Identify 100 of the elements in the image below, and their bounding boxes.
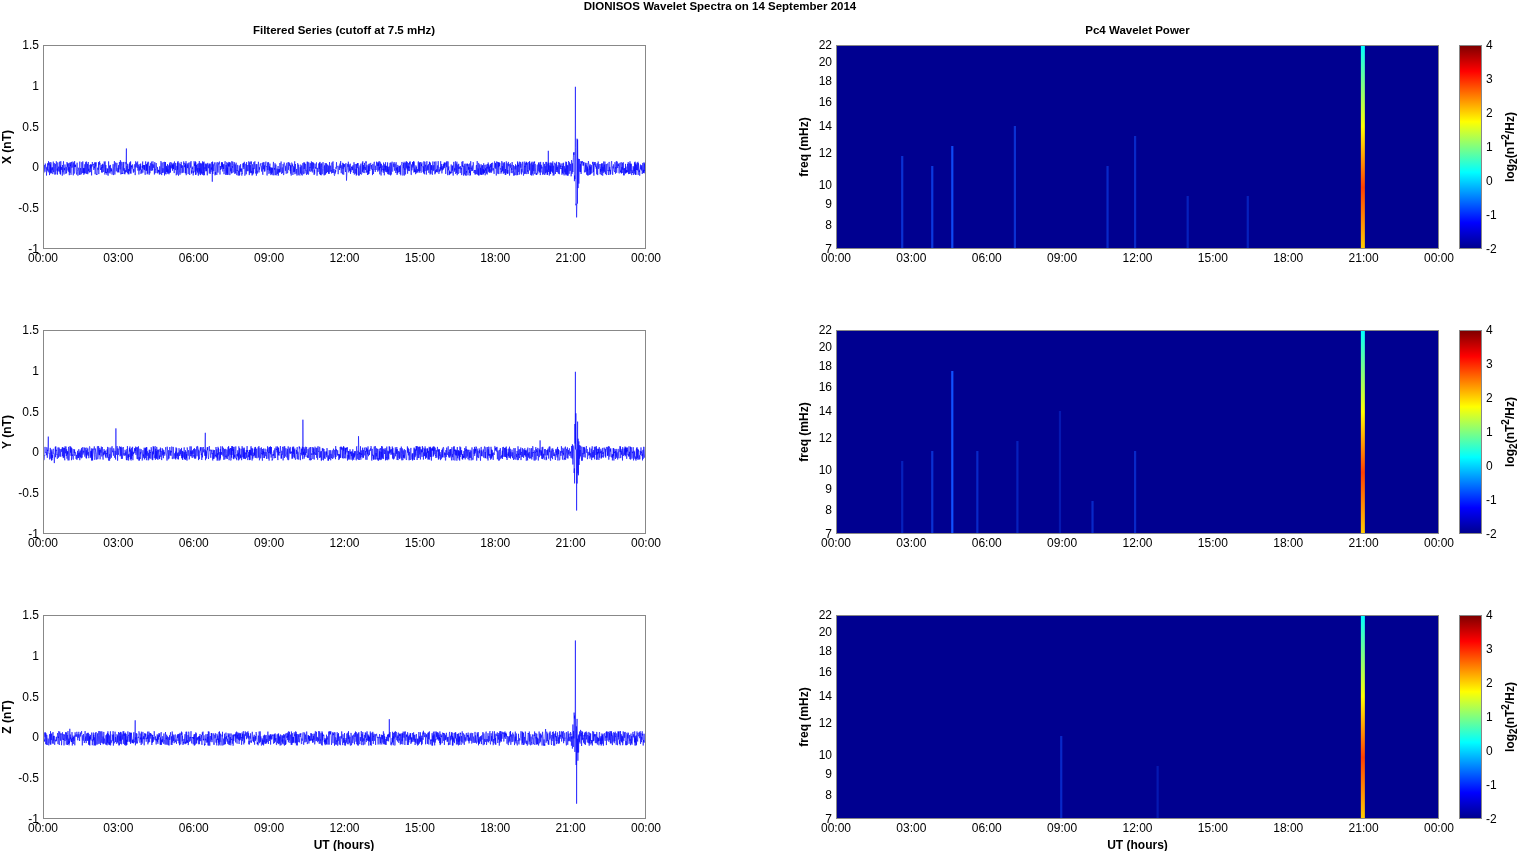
x-tick-label: 18:00 — [1273, 822, 1304, 834]
colorbar-tick-label: -2 — [1486, 528, 1497, 540]
colorbar-tick-label: -1 — [1486, 494, 1497, 506]
y-tick-label: 22 — [818, 609, 832, 621]
x-tick-label: 12:00 — [1122, 822, 1153, 834]
y-tick-label: 0 — [32, 161, 39, 174]
axis-label: freq (mHz) — [798, 117, 810, 177]
colorbar-tick-label: -2 — [1486, 813, 1497, 825]
x-tick-label: 12:00 — [1122, 537, 1153, 549]
y-tick-label: 9 — [825, 198, 832, 211]
colorbar-tick-label: 1 — [1486, 141, 1493, 153]
x-tick-label: 15:00 — [1197, 822, 1228, 834]
y-tick-label: 0.5 — [22, 405, 39, 418]
x-tick-label: 21:00 — [555, 537, 586, 549]
colorbar-tick-label: 4 — [1486, 609, 1493, 621]
y-tick-label: 18 — [818, 74, 832, 87]
y-tick-label: 12 — [818, 716, 832, 729]
y-tick-label: 1 — [32, 649, 39, 662]
y-tick-label: 10 — [818, 749, 832, 762]
x-tick-label: 15:00 — [1197, 252, 1228, 264]
y-tick-label: 20 — [818, 55, 832, 68]
y-tick-label: 1.5 — [22, 324, 39, 336]
y-tick-label: 0.5 — [22, 120, 39, 133]
colorbar-tick-label: 3 — [1486, 73, 1493, 85]
x-tick-label: 00:00 — [1424, 537, 1454, 549]
colorbar-tick-label: 3 — [1486, 643, 1493, 655]
x-tick-label: 12:00 — [329, 537, 360, 549]
x-tick-label: 12:00 — [329, 252, 360, 264]
x-tick-label: 18:00 — [1273, 537, 1304, 549]
plot-title: Filtered Series (cutoff at 7.5 mHz) — [252, 23, 436, 37]
colorbar-tick-label: 4 — [1486, 39, 1493, 51]
colorbar-tick-label: 1 — [1486, 426, 1493, 438]
x-tick-label: 00:00 — [1424, 822, 1454, 834]
x-tick-label: 00:00 — [28, 252, 58, 264]
x-tick-label: 00:00 — [28, 537, 58, 549]
colorbar-tick-label: 1 — [1486, 711, 1493, 723]
x-tick-label: 21:00 — [1348, 252, 1379, 264]
y-tick-label: 0.5 — [22, 690, 39, 703]
y-tick-label: 12 — [818, 146, 832, 159]
y-tick-label: 1.5 — [22, 39, 39, 51]
x-tick-label: 03:00 — [103, 822, 134, 834]
y-tick-label: 14 — [818, 689, 832, 702]
colorbar-tick-label: -1 — [1486, 209, 1497, 221]
y-tick-label: 1 — [32, 79, 39, 92]
x-tick-label: 00:00 — [631, 252, 661, 264]
x-tick-label: 06:00 — [178, 252, 209, 264]
colorbar-tick-label: 0 — [1486, 460, 1493, 472]
x-tick-label: 18:00 — [480, 537, 511, 549]
colorbar-tick-label: 4 — [1486, 324, 1493, 336]
y-tick-label: 9 — [825, 483, 832, 496]
y-tick-label: 8 — [825, 789, 832, 802]
plot-title: Pc4 Wavelet Power — [1085, 23, 1190, 37]
x-tick-label: 06:00 — [971, 822, 1002, 834]
x-tick-label: 06:00 — [178, 822, 209, 834]
power-streak — [1156, 766, 1159, 818]
x-tick-label: 03:00 — [896, 822, 927, 834]
x-tick-label: 15:00 — [404, 537, 435, 549]
colorbar-tick-label: 3 — [1486, 358, 1493, 370]
power-streak — [1186, 196, 1189, 248]
y-tick-label: -1 — [28, 528, 39, 540]
axis-label: X (nT) — [1, 130, 13, 164]
y-tick-label: 9 — [825, 768, 832, 781]
x-tick-label: 12:00 — [1122, 252, 1153, 264]
x-tick-label: 09:00 — [254, 822, 285, 834]
y-tick-label: 18 — [818, 359, 832, 372]
figure-title: DIONISOS Wavelet Spectra on 14 September 2014 — [583, 0, 857, 12]
x-tick-label: 09:00 — [1047, 537, 1078, 549]
x-tick-label: 09:00 — [1047, 822, 1078, 834]
y-tick-label: 20 — [818, 340, 832, 353]
x-tick-label: 21:00 — [555, 252, 586, 264]
x-tick-label: 21:00 — [1348, 822, 1379, 834]
x-tick-label: 21:00 — [1348, 537, 1379, 549]
x-tick-label: 15:00 — [404, 252, 435, 264]
x-tick-label: 09:00 — [254, 537, 285, 549]
axis-label: Z (nT) — [1, 700, 13, 734]
x-tick-label: 03:00 — [103, 537, 134, 549]
x-tick-label: 12:00 — [329, 822, 360, 834]
x-tick-label: 15:00 — [404, 822, 435, 834]
y-tick-label: 20 — [818, 625, 832, 638]
x-tick-label: 03:00 — [103, 252, 134, 264]
colorbar-tick-label: -1 — [1486, 779, 1497, 791]
power-streak — [1246, 196, 1249, 248]
x-tick-label: 03:00 — [896, 252, 927, 264]
x-tick-label: 06:00 — [971, 537, 1002, 549]
y-tick-label: 16 — [818, 95, 832, 108]
y-tick-label: 0 — [32, 731, 39, 744]
y-tick-label: 1.5 — [22, 609, 39, 621]
y-tick-label: -1 — [28, 813, 39, 825]
y-tick-label: -0.5 — [18, 772, 39, 785]
colorbar-tick-label: 2 — [1486, 677, 1493, 689]
x-tick-label: 15:00 — [1197, 537, 1228, 549]
x-tick-label: 00:00 — [28, 822, 58, 834]
y-tick-label: 8 — [825, 504, 832, 517]
x-tick-label: 00:00 — [631, 822, 661, 834]
axis-label: freq (mHz) — [798, 402, 810, 462]
x-tick-label: 03:00 — [896, 537, 927, 549]
y-tick-label: 14 — [818, 404, 832, 417]
power-streak — [1091, 501, 1094, 533]
colorbar-tick-label: -2 — [1486, 243, 1497, 255]
y-tick-label: 12 — [818, 431, 832, 444]
